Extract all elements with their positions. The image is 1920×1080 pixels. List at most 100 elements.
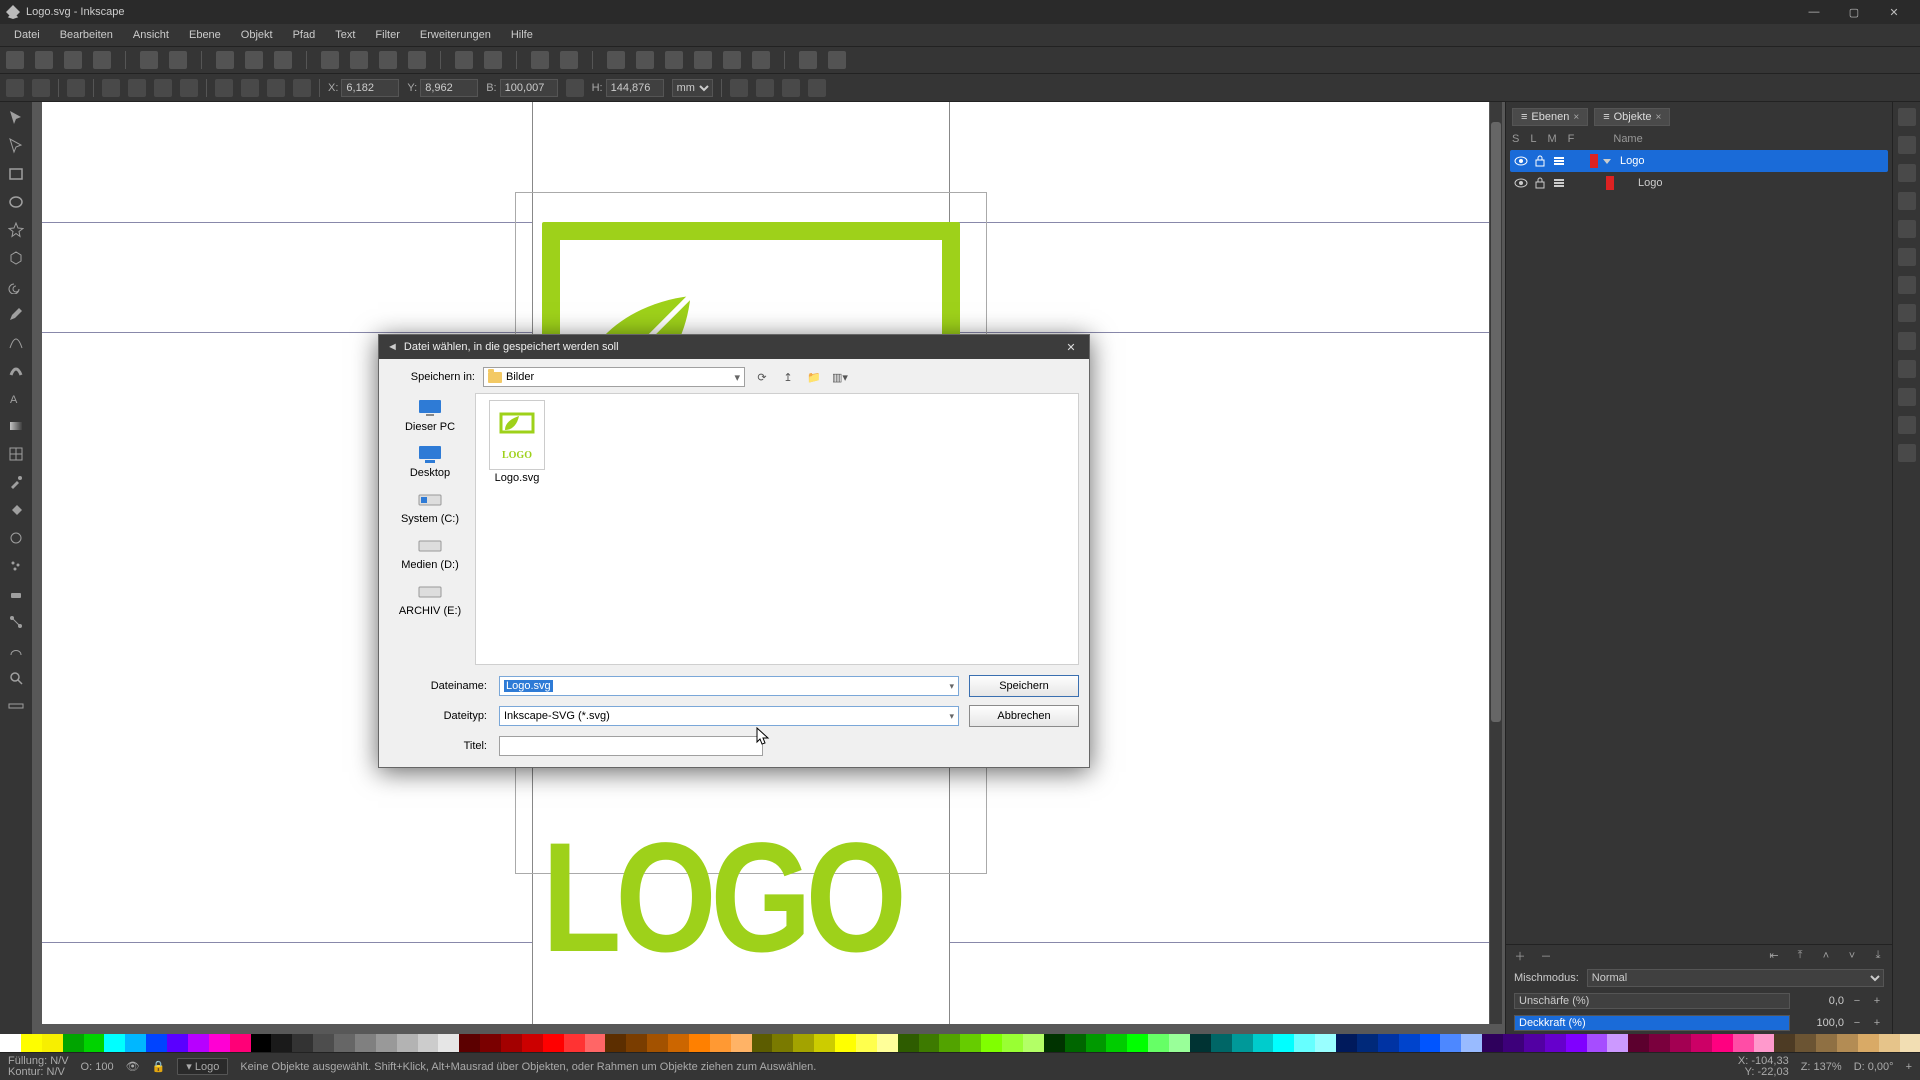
eye-icon[interactable] [1514, 154, 1528, 168]
palette-swatch[interactable] [814, 1034, 835, 1052]
pencil-tool-icon[interactable] [6, 304, 26, 324]
tweak-tool-icon[interactable] [6, 528, 26, 548]
opacity-slider[interactable]: Deckkraft (%) [1514, 1015, 1790, 1031]
lower-bottom-icon[interactable] [293, 79, 311, 97]
palette-swatch[interactable] [543, 1034, 564, 1052]
selector-tool-icon[interactable] [6, 108, 26, 128]
close-icon[interactable]: × [1656, 112, 1662, 123]
palette-swatch[interactable] [1837, 1034, 1858, 1052]
palette-swatch[interactable] [1002, 1034, 1023, 1052]
dock-icon[interactable] [1898, 388, 1916, 406]
measure-tool-icon[interactable] [6, 696, 26, 716]
palette-swatch[interactable] [480, 1034, 501, 1052]
palette-swatch[interactable] [1900, 1034, 1920, 1052]
raise-top-icon[interactable] [215, 79, 233, 97]
affect-corner-icon[interactable] [756, 79, 774, 97]
palette-swatch[interactable] [522, 1034, 543, 1052]
prefs-icon[interactable] [799, 51, 817, 69]
dock-icon[interactable] [1898, 220, 1916, 238]
palette-swatch[interactable] [104, 1034, 125, 1052]
affect-gradient-icon[interactable] [782, 79, 800, 97]
dialog-titlebar[interactable]: ◄ Datei wählen, in die gespeichert werde… [379, 335, 1089, 359]
star-tool-icon[interactable] [6, 220, 26, 240]
lock-icon[interactable] [1533, 154, 1547, 168]
palette-swatch[interactable] [355, 1034, 376, 1052]
palette-swatch[interactable] [1211, 1034, 1232, 1052]
add-object-button[interactable]: ＋ [1512, 948, 1528, 964]
palette-swatch[interactable] [0, 1034, 21, 1052]
layers-icon[interactable] [752, 51, 770, 69]
gradient-tool-icon[interactable] [6, 416, 26, 436]
undo-icon[interactable] [140, 51, 158, 69]
palette-swatch[interactable] [230, 1034, 251, 1052]
tab-ebenen[interactable]: ≡Ebenen× [1512, 108, 1588, 126]
visibility-icon[interactable]: 👁 [126, 1060, 140, 1073]
palette-swatch[interactable] [42, 1034, 63, 1052]
duplicate-icon[interactable] [455, 51, 473, 69]
place-medien-d[interactable]: Medien (D:) [389, 535, 471, 571]
zoom-drawing-icon[interactable] [379, 51, 397, 69]
palette-swatch[interactable] [397, 1034, 418, 1052]
copy-icon[interactable] [216, 51, 234, 69]
zoom-tool-icon[interactable] [6, 668, 26, 688]
rect-tool-icon[interactable] [6, 164, 26, 184]
menu-ansicht[interactable]: Ansicht [125, 27, 177, 43]
spiral-tool-icon[interactable] [6, 276, 26, 296]
print-icon[interactable] [93, 51, 111, 69]
palette-swatch[interactable] [1232, 1034, 1253, 1052]
paste-icon[interactable] [274, 51, 292, 69]
node-tool-icon[interactable] [6, 136, 26, 156]
palette-swatch[interactable] [752, 1034, 773, 1052]
palette-swatch[interactable] [585, 1034, 606, 1052]
up-one-level-icon[interactable]: ↥ [779, 368, 797, 386]
view-menu-icon[interactable]: ▥▾ [831, 368, 849, 386]
spray-tool-icon[interactable] [6, 556, 26, 576]
palette-swatch[interactable] [1691, 1034, 1712, 1052]
palette-swatch[interactable] [564, 1034, 585, 1052]
xml-icon[interactable] [665, 51, 683, 69]
palette-swatch[interactable] [1336, 1034, 1357, 1052]
menu-ebene[interactable]: Ebene [181, 27, 229, 43]
palette-swatch[interactable] [1503, 1034, 1524, 1052]
palette-swatch[interactable] [1649, 1034, 1670, 1052]
menu-hilfe[interactable]: Hilfe [503, 27, 541, 43]
palette-swatch[interactable] [731, 1034, 752, 1052]
palette-swatch[interactable] [647, 1034, 668, 1052]
menu-pfad[interactable]: Pfad [285, 27, 324, 43]
palette-swatch[interactable] [626, 1034, 647, 1052]
save-icon[interactable] [64, 51, 82, 69]
text-tool-icon[interactable]: A [6, 388, 26, 408]
palette-swatch[interactable] [981, 1034, 1002, 1052]
menu-datei[interactable]: Datei [6, 27, 48, 43]
palette-swatch[interactable] [919, 1034, 940, 1052]
align-icon[interactable] [694, 51, 712, 69]
filetype-select[interactable]: Inkscape-SVG (*.svg)▾ [499, 706, 959, 726]
palette-swatch[interactable] [1712, 1034, 1733, 1052]
window-maximize-button[interactable]: ▢ [1834, 1, 1874, 23]
redo-icon[interactable] [169, 51, 187, 69]
blur-plus[interactable]: + [1870, 995, 1884, 1007]
palette-swatch[interactable] [1148, 1034, 1169, 1052]
back-icon[interactable]: ◄ [387, 341, 398, 353]
place-archiv-e[interactable]: ARCHIV (E:) [389, 581, 471, 617]
palette-swatch[interactable] [772, 1034, 793, 1052]
docprops-icon[interactable] [828, 51, 846, 69]
fillstroke-icon[interactable] [607, 51, 625, 69]
title-input[interactable] [499, 736, 763, 756]
palette-swatch[interactable] [1545, 1034, 1566, 1052]
type-icon[interactable] [1552, 154, 1566, 168]
rotate-plus-icon[interactable]: + [1906, 1061, 1912, 1073]
palette-swatch[interactable] [1273, 1034, 1294, 1052]
h-input[interactable] [606, 79, 664, 97]
object-row[interactable]: Logo [1510, 172, 1888, 194]
palette-swatch[interactable] [292, 1034, 313, 1052]
blur-slider[interactable]: Unschärfe (%) [1514, 993, 1790, 1009]
lpe-tool-icon[interactable] [6, 640, 26, 660]
palette-swatch[interactable] [1754, 1034, 1775, 1052]
palette-swatch[interactable] [438, 1034, 459, 1052]
bucket-tool-icon[interactable] [6, 500, 26, 520]
3dbox-tool-icon[interactable] [6, 248, 26, 268]
palette-swatch[interactable] [856, 1034, 877, 1052]
palette-swatch[interactable] [1440, 1034, 1461, 1052]
blur-minus[interactable]: − [1850, 995, 1864, 1007]
